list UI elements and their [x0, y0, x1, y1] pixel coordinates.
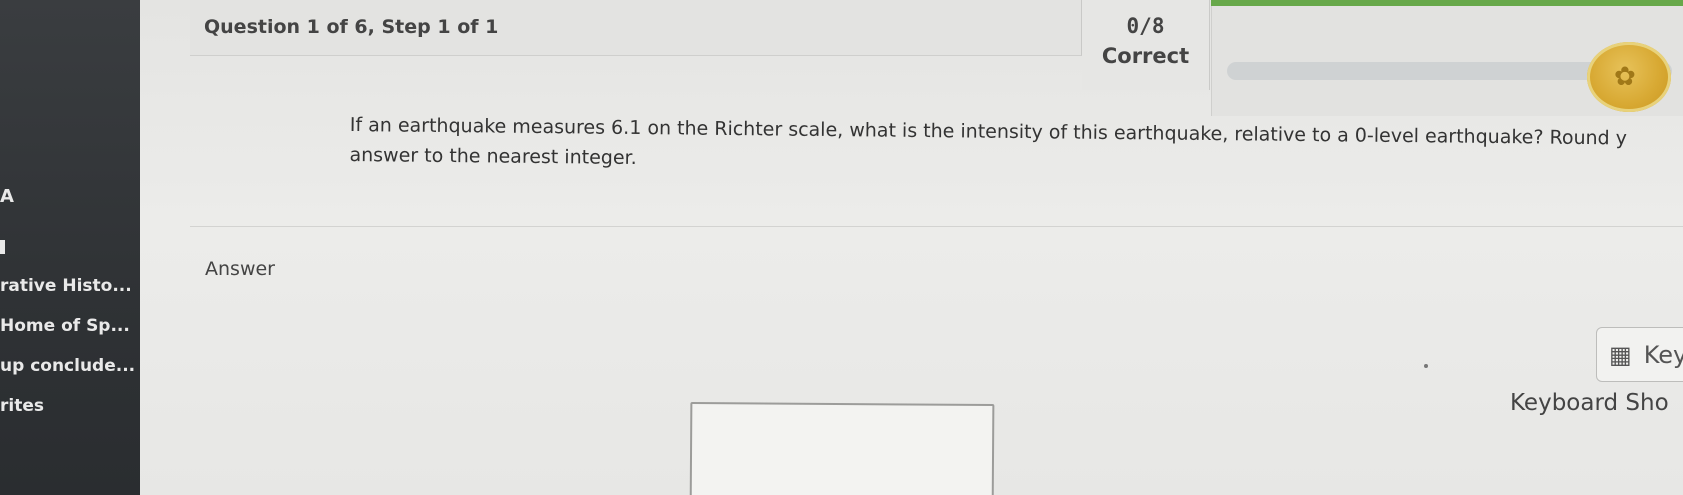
keypad-button[interactable]: ▦ Key: [1596, 327, 1683, 382]
question-header: Question 1 of 6, Step 1 of 1 0/8 Correct…: [140, 0, 1683, 116]
question-text: If an earthquake measures 6.1 on the Ric…: [349, 113, 1628, 170]
left-sidebar: A rative Histo... Home of Sp... up concl…: [0, 0, 140, 495]
question-panel: Question 1 of 6, Step 1 of 1 0/8 Correct…: [140, 0, 1683, 495]
coin-icon: ✿: [1614, 62, 1636, 92]
sidebar-item-favorites[interactable]: rites: [0, 396, 44, 416]
question-title: Question 1 of 6, Step 1 of 1: [204, 16, 499, 38]
section-divider: [190, 226, 1683, 227]
answer-label: Answer: [205, 258, 275, 280]
sidebar-item-narrative-history[interactable]: rative Histo...: [0, 276, 132, 296]
reward-coin[interactable]: ✿: [1587, 42, 1671, 112]
sidebar-item-up-conclude[interactable]: up conclude...: [0, 356, 135, 376]
score-box: 0/8 Correct: [1082, 0, 1210, 90]
sidebar-item-home-of-sp[interactable]: Home of Sp...: [0, 316, 130, 336]
decorative-dot: [1424, 364, 1428, 368]
sidebar-item-a[interactable]: A: [0, 186, 14, 207]
score-caption: Correct: [1101, 44, 1190, 68]
keypad-label: Key: [1643, 340, 1683, 369]
sidebar-marker: [0, 240, 5, 254]
keyboard-shortcuts-link[interactable]: Keyboard Sho: [1510, 390, 1669, 416]
calculator-icon: ▦: [1609, 340, 1632, 369]
score-count: 0/8: [1126, 14, 1165, 38]
answer-input[interactable]: [689, 401, 995, 495]
question-title-bar: Question 1 of 6, Step 1 of 1: [190, 0, 1082, 56]
